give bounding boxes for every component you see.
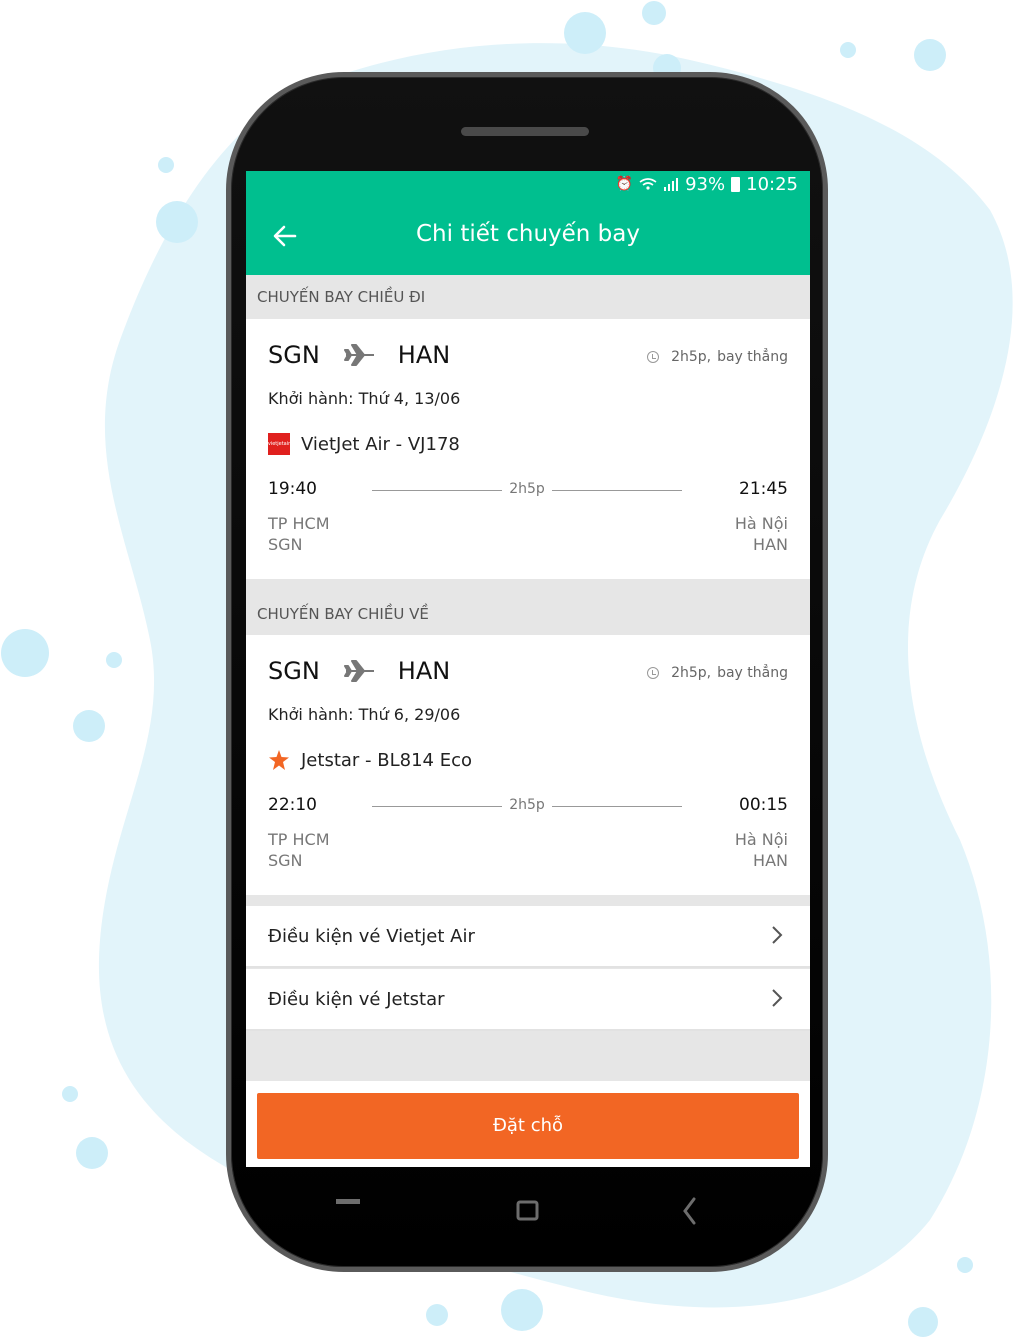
airline: vietjetair VietJet Air - VJ178	[268, 433, 460, 455]
timeline-right	[552, 806, 682, 807]
signal-icon	[664, 178, 679, 191]
arrival-city: Hà Nội	[734, 830, 788, 849]
arrival-place: Hà Nội HAN	[735, 513, 788, 555]
route: SGN HAN	[268, 341, 450, 369]
back-icon[interactable]	[678, 1196, 700, 1226]
vietjet-logo-icon: vietjetair	[268, 433, 290, 455]
departure-place: TP HCM SGN	[268, 829, 330, 871]
route: SGN HAN	[268, 657, 450, 685]
wifi-icon	[639, 178, 657, 190]
flight-times: 22:10 2h5p 00:15	[268, 795, 788, 817]
bubble	[957, 1257, 973, 1273]
status-bar: ⏰ 93% 10:25	[246, 171, 810, 197]
flight-type: bay thẳng	[717, 349, 788, 365]
departure-code: SGN	[268, 535, 303, 554]
booking-footer: Đặt chỗ	[246, 1081, 810, 1167]
airline-name: VietJet Air - VJ178	[301, 433, 460, 455]
bubble	[908, 1307, 938, 1337]
timeline-right	[552, 490, 682, 491]
airline: Jetstar - BL814 Eco	[268, 749, 472, 771]
bubble	[914, 39, 946, 71]
bubble	[1, 629, 49, 677]
arrival-code: HAN	[753, 535, 788, 554]
battery-icon	[731, 176, 741, 192]
arrival-city: Hà Nội	[734, 514, 788, 533]
flight-times: 19:40 2h5p 21:45	[268, 479, 788, 501]
flight-card-outbound[interactable]: SGN HAN 2h5p, bay thẳng Khởi hành: Thứ 4…	[246, 319, 810, 579]
condition-row-jetstar[interactable]: Điều kiện vé Jetstar	[246, 969, 810, 1031]
duration-text: 2h5p,	[671, 665, 712, 681]
arrival-time: 21:45	[739, 479, 788, 499]
alarm-icon: ⏰	[615, 176, 634, 192]
departure-place: TP HCM SGN	[268, 513, 330, 555]
duration-text: 2h5p,	[671, 349, 712, 365]
departure-date: Khởi hành: Thứ 4, 13/06	[268, 389, 461, 408]
chevron-right-icon	[772, 926, 783, 944]
route-to: HAN	[397, 657, 451, 685]
bubble	[501, 1289, 543, 1331]
jetstar-star-icon	[269, 750, 289, 770]
flight-duration: 2h5p, bay thẳng	[647, 349, 788, 365]
app-screen: ⏰ 93% 10:25 Chi tiết chuyến bay CHUYẾN B…	[246, 171, 810, 1167]
airplane-icon	[343, 660, 374, 682]
departure-date: Khởi hành: Thứ 6, 29/06	[268, 705, 461, 724]
route-from: SGN	[268, 341, 320, 369]
airline-name: Jetstar - BL814 Eco	[301, 749, 472, 771]
airplane-icon	[343, 344, 374, 366]
route-to: HAN	[397, 341, 451, 369]
battery-percent: 93%	[685, 173, 726, 195]
flight-duration: 2h5p, bay thẳng	[647, 665, 788, 681]
recent-apps-icon[interactable]	[334, 1196, 362, 1208]
chevron-right-icon	[772, 989, 783, 1007]
timeline-left	[372, 490, 502, 491]
bubble	[73, 710, 105, 742]
departure-time: 19:40	[268, 479, 317, 499]
clock-icon	[647, 667, 660, 679]
condition-label: Điều kiện vé Vietjet Air	[268, 926, 475, 947]
bubble	[642, 1, 666, 25]
departure-time: 22:10	[268, 795, 317, 815]
clock-icon	[647, 351, 660, 363]
page-title: Chi tiết chuyến bay	[416, 221, 640, 247]
timeline-duration: 2h5p	[509, 481, 545, 497]
bubble	[62, 1086, 78, 1102]
status-time: 10:25	[746, 173, 798, 195]
route-from: SGN	[268, 657, 320, 685]
bubble	[76, 1137, 108, 1169]
bubble	[158, 157, 174, 173]
timeline-left	[372, 806, 502, 807]
condition-row-vietjet[interactable]: Điều kiện vé Vietjet Air	[246, 906, 810, 968]
arrival-place: Hà Nội HAN	[735, 829, 788, 871]
book-button[interactable]: Đặt chỗ	[257, 1093, 799, 1159]
section-header-return: CHUYẾN BAY CHIỀU VỀ	[246, 579, 810, 635]
flight-type: bay thẳng	[717, 665, 788, 681]
bubble	[426, 1304, 448, 1326]
home-icon[interactable]	[514, 1198, 542, 1224]
bubble	[106, 652, 122, 668]
phone-speaker	[461, 127, 589, 136]
bubble	[564, 12, 606, 54]
bubble	[840, 42, 856, 58]
arrival-code: HAN	[753, 851, 788, 870]
timeline-duration: 2h5p	[509, 797, 545, 813]
bubble	[156, 201, 198, 243]
departure-city: TP HCM	[268, 514, 330, 533]
arrival-time: 00:15	[739, 795, 788, 815]
departure-code: SGN	[268, 851, 303, 870]
condition-label: Điều kiện vé Jetstar	[268, 989, 445, 1010]
section-header-outbound: CHUYẾN BAY CHIỀU ĐI	[246, 275, 810, 319]
app-bar: Chi tiết chuyến bay	[246, 197, 810, 275]
flight-card-return[interactable]: SGN HAN 2h5p, bay thẳng Khởi hành: Thứ 6…	[246, 635, 810, 895]
departure-city: TP HCM	[268, 830, 330, 849]
